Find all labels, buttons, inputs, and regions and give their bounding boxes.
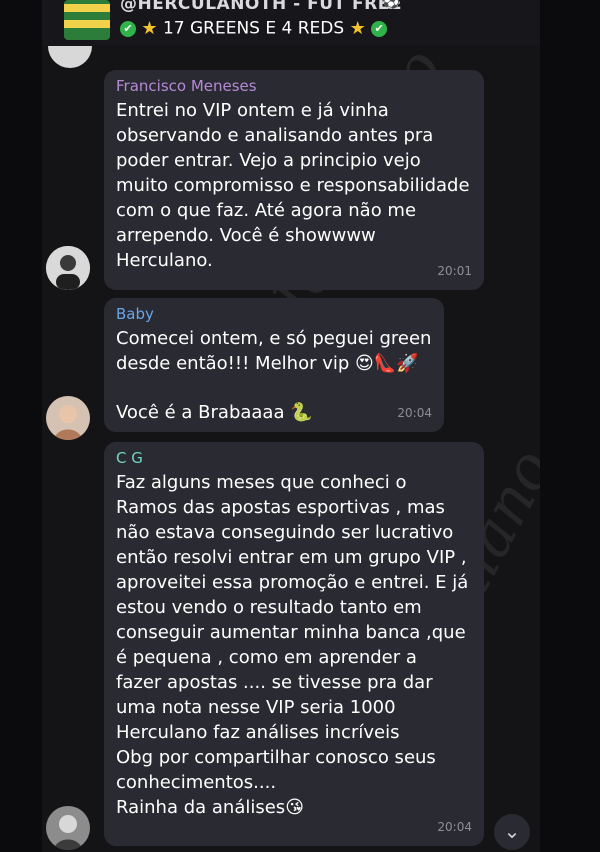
sender-name[interactable]: Francisco Meneses [116,76,472,96]
check-circle-icon: ✔ [371,20,388,37]
sender-name[interactable]: Baby [116,304,432,324]
message-bubble[interactable]: Baby Comecei ontem, e só peguei green de… [104,298,444,432]
star-icon: ★ [141,18,158,39]
star-icon: ★ [349,18,366,39]
scroll-down-button[interactable]: ⌄ [494,814,530,850]
avatar[interactable] [46,806,90,850]
check-circle-icon: ✔ [120,20,136,37]
message-text: Entrei no VIP ontem e já vinha observand… [116,100,470,271]
soccer-ball-icon: ⚽ [382,0,400,10]
message-text: Você é a Brabaaaa 🐍 [116,402,313,423]
avatar[interactable] [46,246,90,290]
message-bubble[interactable]: Francisco Meneses Entrei no VIP ontem e … [104,70,484,290]
message-text: Faz alguns meses que conheci o Ramos das… [116,472,469,818]
chat-header[interactable]: @HERCULANOTH - FUT FREE ✔ ★ 17 GREENS E … [42,0,540,46]
message-time: 20:01 [437,264,472,278]
chevron-down-icon: ⌄ [503,819,521,843]
channel-title: @HERCULANOTH - FUT FREE [120,0,402,14]
results-summary: 17 GREENS E 4 REDS [162,18,345,39]
message-time: 20:04 [437,820,472,834]
avatar[interactable] [46,396,90,440]
message-bubble[interactable]: C G Faz alguns meses que conheci o Ramos… [104,442,484,846]
channel-thumbnail [64,0,110,40]
message-text: Comecei ontem, e só peguei green desde e… [116,328,432,374]
channel-subtitle: ✔ ★ 17 GREENS E 4 REDS ★ ✔ [120,18,388,39]
message-time: 20:04 [397,406,432,420]
sender-name[interactable]: C G [116,448,472,468]
